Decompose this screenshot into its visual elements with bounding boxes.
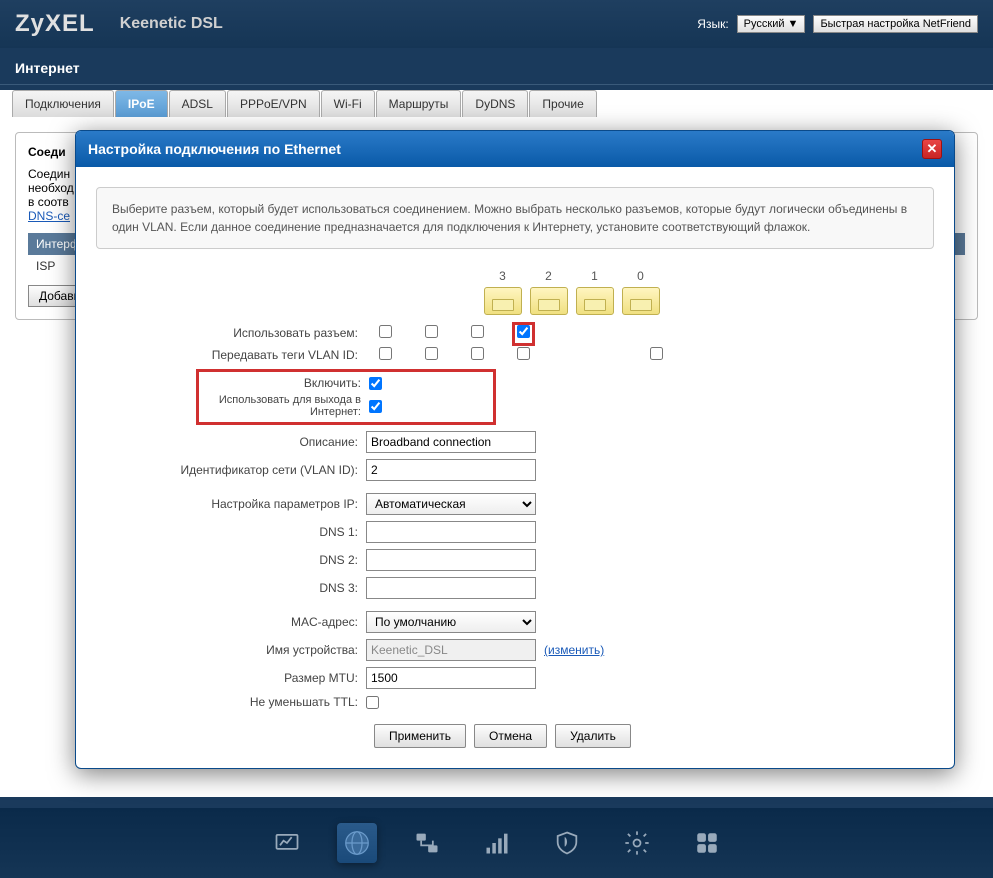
ethernet-port-icon (530, 287, 568, 315)
use-port-3-checkbox[interactable] (379, 325, 392, 338)
quick-setup-button[interactable]: Быстрая настройка NetFriend (813, 15, 978, 33)
port-label: 1 (576, 269, 614, 283)
use-port-label: Использовать разъем: (96, 326, 366, 340)
use-internet-label: Использовать для выхода в Интернет: (199, 394, 369, 418)
change-link[interactable]: (изменить) (544, 643, 604, 657)
tab-dydns[interactable]: DyDNS (462, 90, 528, 117)
dns1-input[interactable] (366, 521, 536, 543)
mac-select[interactable]: По умолчанию (366, 611, 536, 633)
tab-connections[interactable]: Подключения (12, 90, 114, 117)
logo: ZyXEL (15, 10, 95, 38)
tab-pppoe-vpn[interactable]: PPPoE/VPN (227, 90, 320, 117)
ip-config-select[interactable]: Автоматическая (366, 493, 536, 515)
monitor-icon[interactable] (267, 823, 307, 863)
vlan-id-label: Идентификатор сети (VLAN ID): (96, 463, 366, 477)
vlan-tag-0-checkbox[interactable] (517, 347, 530, 360)
port-label: 3 (484, 269, 522, 283)
use-internet-checkbox[interactable] (369, 400, 382, 413)
dns2-input[interactable] (366, 549, 536, 571)
ethernet-port-icon (484, 287, 522, 315)
use-port-2-checkbox[interactable] (425, 325, 438, 338)
tab-routes[interactable]: Маршруты (376, 90, 462, 117)
ethernet-port-icon (576, 287, 614, 315)
apply-button[interactable]: Применить (374, 724, 466, 748)
port-label: 0 (622, 269, 660, 283)
enable-label: Включить: (199, 376, 369, 390)
use-port-0-checkbox[interactable] (517, 325, 530, 338)
globe-icon[interactable] (337, 823, 377, 863)
vlan-id-input[interactable] (366, 459, 536, 481)
vlan-tag-2-checkbox[interactable] (425, 347, 438, 360)
description-label: Описание: (96, 435, 366, 449)
modal-title: Настройка подключения по Ethernet (88, 141, 341, 157)
use-port-1-checkbox[interactable] (471, 325, 484, 338)
ip-config-label: Настройка параметров IP: (96, 497, 366, 511)
modal-header: Настройка подключения по Ethernet ✕ (76, 131, 954, 167)
app-header: ZyXEL Keenetic DSL Язык: Русский ▼ Быстр… (0, 0, 993, 48)
delete-button[interactable]: Удалить (555, 724, 631, 748)
ttl-checkbox[interactable] (366, 696, 379, 709)
signal-icon[interactable] (477, 823, 517, 863)
mac-label: MAC-адрес: (96, 615, 366, 629)
language-select[interactable]: Русский ▼ (737, 15, 806, 33)
bottom-toolbar (0, 808, 993, 878)
description-input[interactable] (366, 431, 536, 453)
section-title: Интернет (0, 48, 993, 85)
ttl-label: Не уменьшать TTL: (96, 695, 366, 709)
close-icon[interactable]: ✕ (922, 139, 942, 159)
tab-ipoe[interactable]: IPoE (115, 90, 168, 117)
shield-icon[interactable] (547, 823, 587, 863)
language-label: Язык: (697, 17, 728, 31)
device-name-label: Имя устройства: (96, 643, 366, 657)
dns2-label: DNS 2: (96, 553, 366, 567)
vlan-tag-label: Передавать теги VLAN ID: (96, 348, 366, 362)
dns3-label: DNS 3: (96, 581, 366, 595)
vlan-tag-1-checkbox[interactable] (471, 347, 484, 360)
port-label: 2 (530, 269, 568, 283)
product-name: Keenetic DSL (120, 15, 223, 33)
enable-checkbox[interactable] (369, 377, 382, 390)
apps-icon[interactable] (687, 823, 727, 863)
tab-adsl[interactable]: ADSL (169, 90, 226, 117)
ethernet-port-icon (622, 287, 660, 315)
gear-icon[interactable] (617, 823, 657, 863)
cancel-button[interactable]: Отмена (474, 724, 547, 748)
tab-bar: Подключения IPoE ADSL PPPoE/VPN Wi-Fi Ма… (0, 90, 993, 117)
vlan-tag-extra-checkbox[interactable] (650, 347, 663, 360)
info-text: Выберите разъем, который будет использов… (96, 187, 934, 249)
modal-dialog: Настройка подключения по Ethernet ✕ Выбе… (75, 130, 955, 769)
dns3-input[interactable] (366, 577, 536, 599)
tab-other[interactable]: Прочие (529, 90, 596, 117)
vlan-tag-3-checkbox[interactable] (379, 347, 392, 360)
mtu-label: Размер MTU: (96, 671, 366, 685)
dns1-label: DNS 1: (96, 525, 366, 539)
tab-wifi[interactable]: Wi-Fi (321, 90, 375, 117)
network-icon[interactable] (407, 823, 447, 863)
mtu-input[interactable] (366, 667, 536, 689)
device-name-input (366, 639, 536, 661)
